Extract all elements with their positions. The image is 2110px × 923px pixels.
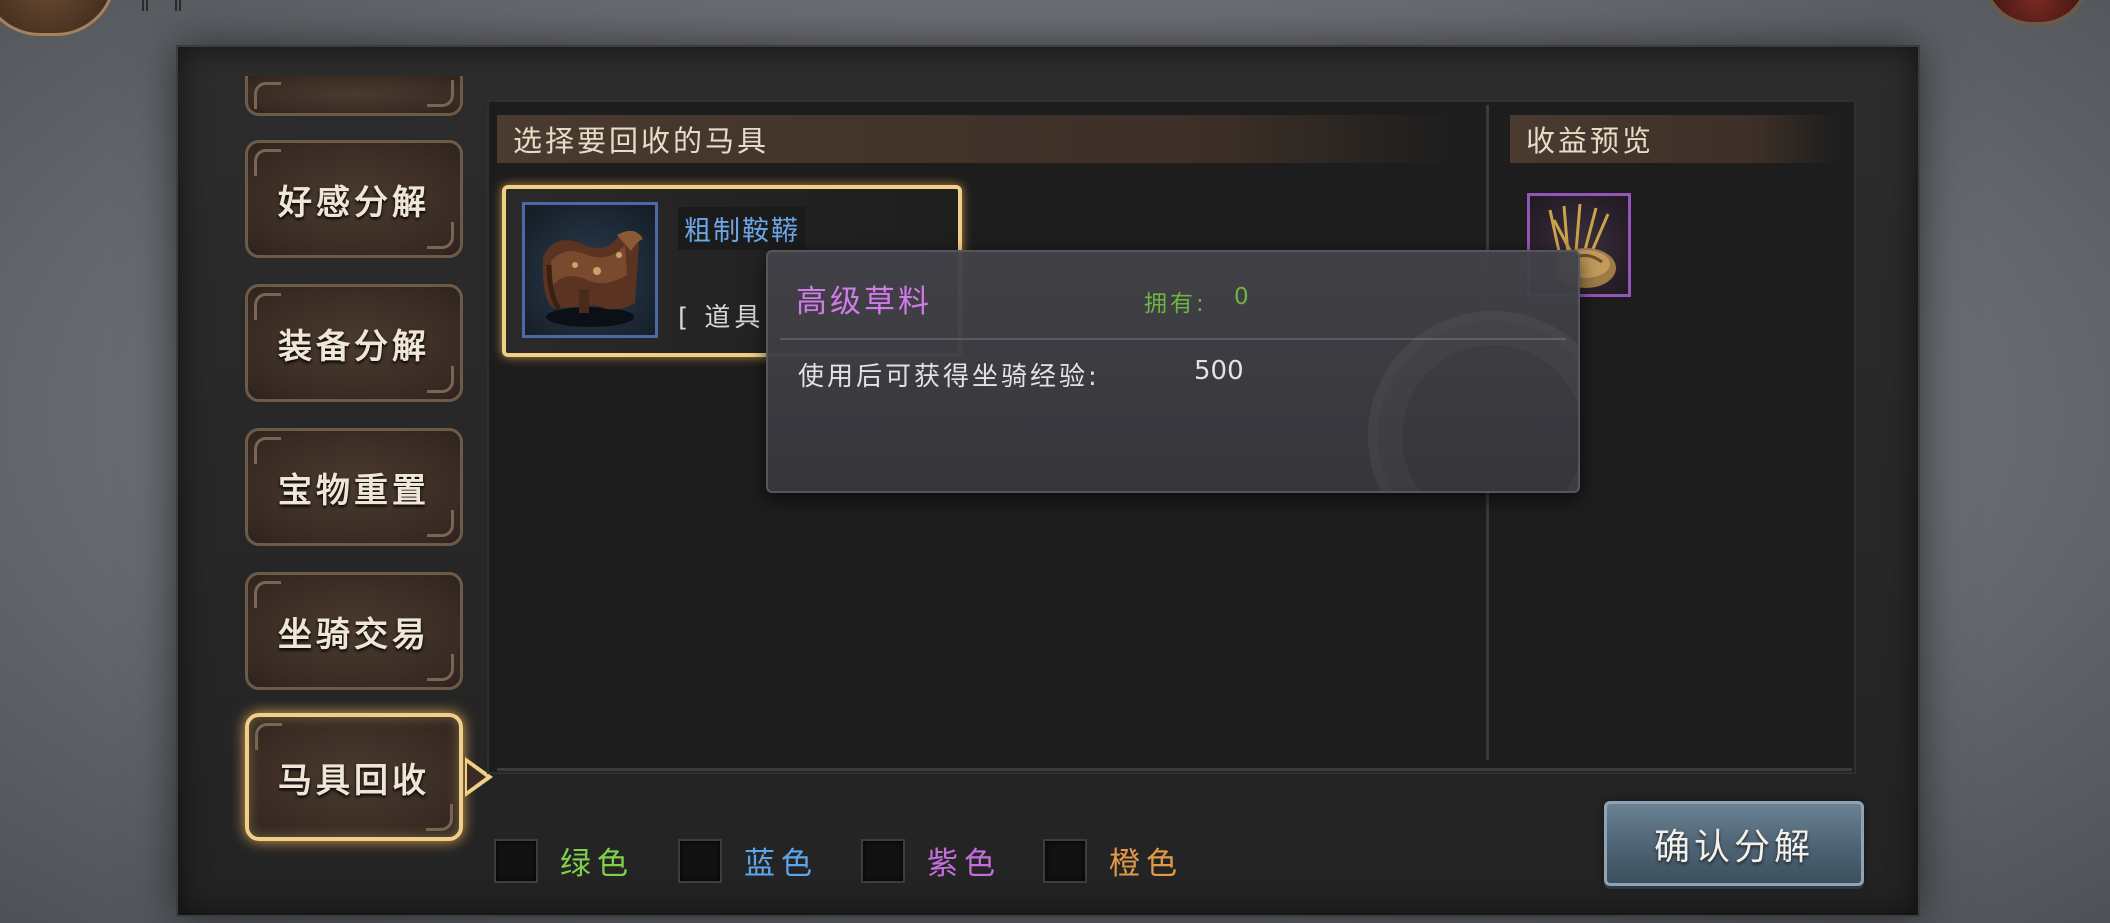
- select-section-header: 选择要回收的马具: [497, 115, 1457, 163]
- item-tooltip: 高级草料 拥有: 0 使用后可获得坐骑经验: 500: [766, 250, 1580, 493]
- filter-label: 蓝色: [744, 846, 818, 882]
- tab-equipment-decompose[interactable]: 装备分解: [245, 284, 463, 402]
- filter-orange[interactable]: 橙色: [1043, 838, 1183, 883]
- tab-treasure-reset[interactable]: 宝物重置: [245, 428, 463, 546]
- item-name: 粗制鞍鞯: [678, 207, 806, 250]
- top-decoration-marks: ⅱ ⅱ: [140, 0, 192, 17]
- tooltip-description: 使用后可获得坐骑经验:: [798, 362, 1100, 392]
- tab-label: 宝物重置: [278, 470, 430, 511]
- bottom-separator: [497, 768, 1852, 771]
- filter-green[interactable]: 绿色: [494, 838, 634, 883]
- filter-blue[interactable]: 蓝色: [678, 838, 818, 883]
- filter-purple[interactable]: 紫色: [861, 838, 1001, 883]
- tab-label: 马具回收: [278, 760, 430, 801]
- select-section-title: 选择要回收的马具: [513, 124, 770, 158]
- filter-label: 橙色: [1109, 846, 1183, 882]
- tab-label: 坐骑交易: [278, 614, 430, 655]
- saddle-icon: [522, 202, 658, 338]
- confirm-decompose-button[interactable]: 确认分解: [1604, 801, 1864, 886]
- filter-label: 绿色: [560, 846, 634, 882]
- filter-label: 紫色: [927, 846, 1001, 882]
- owned-count: 0: [1234, 284, 1249, 310]
- tab-partial-top[interactable]: [245, 76, 463, 116]
- tab-affection-decompose[interactable]: 好感分解: [245, 140, 463, 258]
- checkbox[interactable]: [494, 838, 538, 883]
- tab-label: 好感分解: [278, 182, 430, 223]
- tooltip-title: 高级草料: [796, 284, 932, 320]
- checkbox[interactable]: [861, 838, 905, 883]
- tab-label: 装备分解: [278, 326, 430, 367]
- reward-section-header: 收益预览: [1510, 115, 1840, 163]
- owned-label: 拥有:: [1144, 291, 1207, 317]
- item-type: [ 道具: [678, 303, 765, 333]
- top-left-ornament: [0, 0, 116, 36]
- tab-harness-recycle[interactable]: 马具回收: [245, 713, 463, 841]
- tab-mount-trade[interactable]: 坐骑交易: [245, 572, 463, 690]
- reward-section-title: 收益预览: [1526, 124, 1655, 158]
- tooltip-description-value: 500: [1194, 356, 1244, 386]
- checkbox[interactable]: [678, 838, 722, 883]
- checkbox[interactable]: [1043, 838, 1087, 883]
- close-button-ornament[interactable]: [1982, 0, 2090, 26]
- confirm-button-label: 确认分解: [1653, 826, 1814, 868]
